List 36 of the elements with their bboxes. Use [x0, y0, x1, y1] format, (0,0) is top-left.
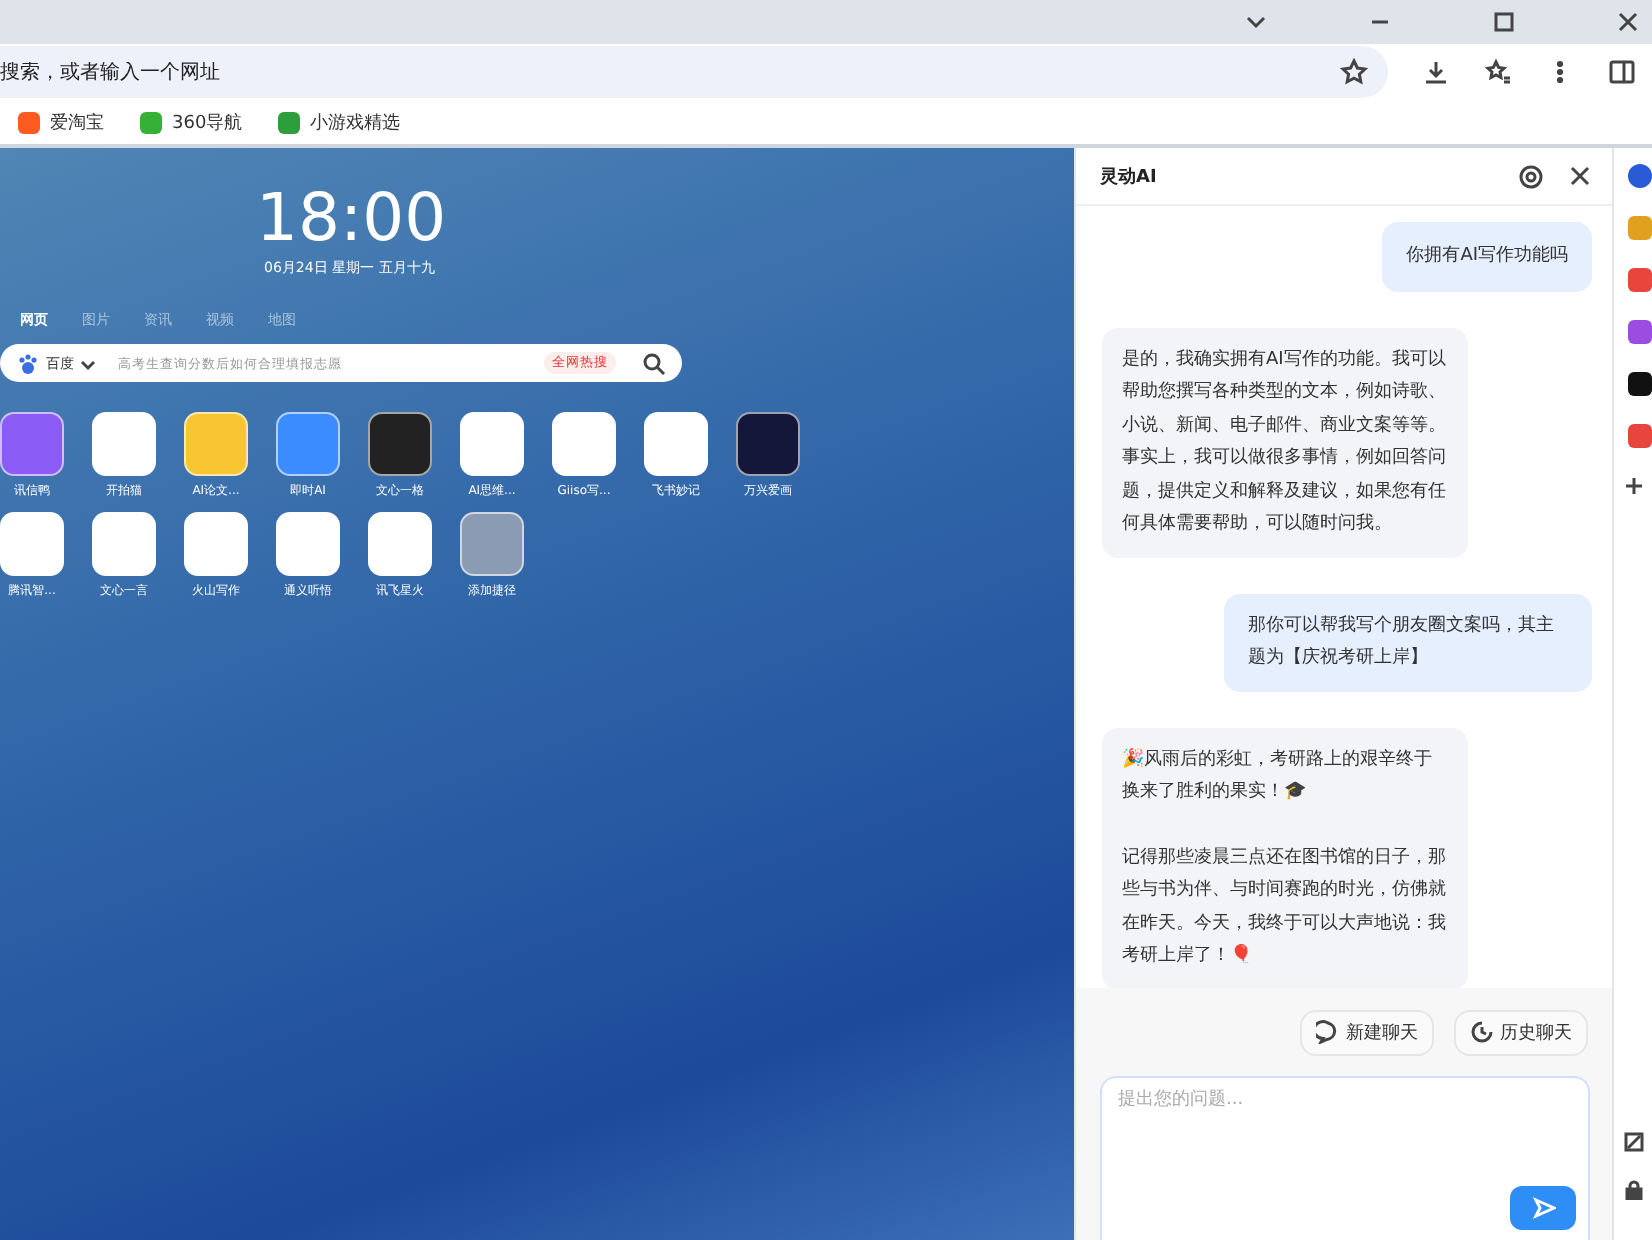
- bookmark[interactable]: 小游戏精选: [278, 109, 401, 135]
- plus-icon[interactable]: [1623, 476, 1643, 496]
- paw-icon[interactable]: [16, 351, 40, 375]
- clock-time: 18:00: [256, 180, 447, 256]
- user-message: 你拥有AI写作功能吗: [1382, 222, 1592, 291]
- question-box[interactable]: 提出您的问题...: [1100, 1076, 1590, 1240]
- chevron-down-icon[interactable]: [80, 355, 96, 371]
- chat-bubble-icon[interactable]: [1316, 1020, 1340, 1044]
- close-icon[interactable]: [1568, 164, 1592, 188]
- send-button[interactable]: [1510, 1186, 1576, 1230]
- bookmark-label: 小游戏精选: [310, 111, 401, 135]
- bookmark-label: 爱淘宝: [50, 111, 104, 135]
- user-message: 那你可以帮我写个朋友圈文案吗，其主题为【庆祝考研上岸】: [1224, 593, 1592, 691]
- bookmark-label: 360导航: [172, 111, 243, 135]
- screenshot-icon[interactable]: [1623, 1132, 1643, 1152]
- maximize-icon[interactable]: [1492, 10, 1516, 34]
- download-icon[interactable]: [1422, 58, 1450, 86]
- history-button[interactable]: 历史聊天: [1454, 1009, 1588, 1055]
- bookmark[interactable]: 爱淘宝: [18, 109, 104, 135]
- panel-title: 灵动AI: [1100, 165, 1159, 189]
- address-bar[interactable]: 搜索，或者输入一个网址: [0, 46, 1388, 98]
- sidebar-app-icon[interactable]: [1627, 372, 1651, 396]
- star-icon[interactable]: [1340, 58, 1368, 86]
- bookmark[interactable]: 360导航: [140, 109, 243, 135]
- star-list-icon[interactable]: [1484, 58, 1512, 86]
- message-text: 🎉风雨后的彩虹，考研路上的艰辛终于换来了胜利的果实！🎓: [1122, 746, 1434, 806]
- close-icon[interactable]: [1616, 10, 1640, 34]
- clock-icon[interactable]: [1470, 1020, 1494, 1044]
- send-icon[interactable]: [1531, 1196, 1555, 1220]
- message-text: 是的，我确实拥有AI写作的功能。我可以帮助您撰写各种类型的文本，例如诗歌、小说、新闻、电子邮件、商业文案等等。事实上，我可以做很多事情，例如回答问题，提供定义和解释及建议，如果您有任何具体需要帮助，可以随时问我。: [1122, 347, 1448, 538]
- side-panel-icon[interactable]: [1608, 58, 1636, 86]
- settings-icon[interactable]: [1518, 163, 1544, 189]
- message-text: 记得那些凌晨三点还在图书馆的日子，那些与书为伴、与时间赛跑的时光，仿佛就在昨天。今天，我终于可以大声地说：我考研上岸了！🎈: [1122, 845, 1448, 970]
- new-chat-button[interactable]: 新建聊天: [1300, 1009, 1434, 1055]
- lock-icon[interactable]: [1623, 1180, 1643, 1200]
- search-icon[interactable]: [642, 351, 666, 375]
